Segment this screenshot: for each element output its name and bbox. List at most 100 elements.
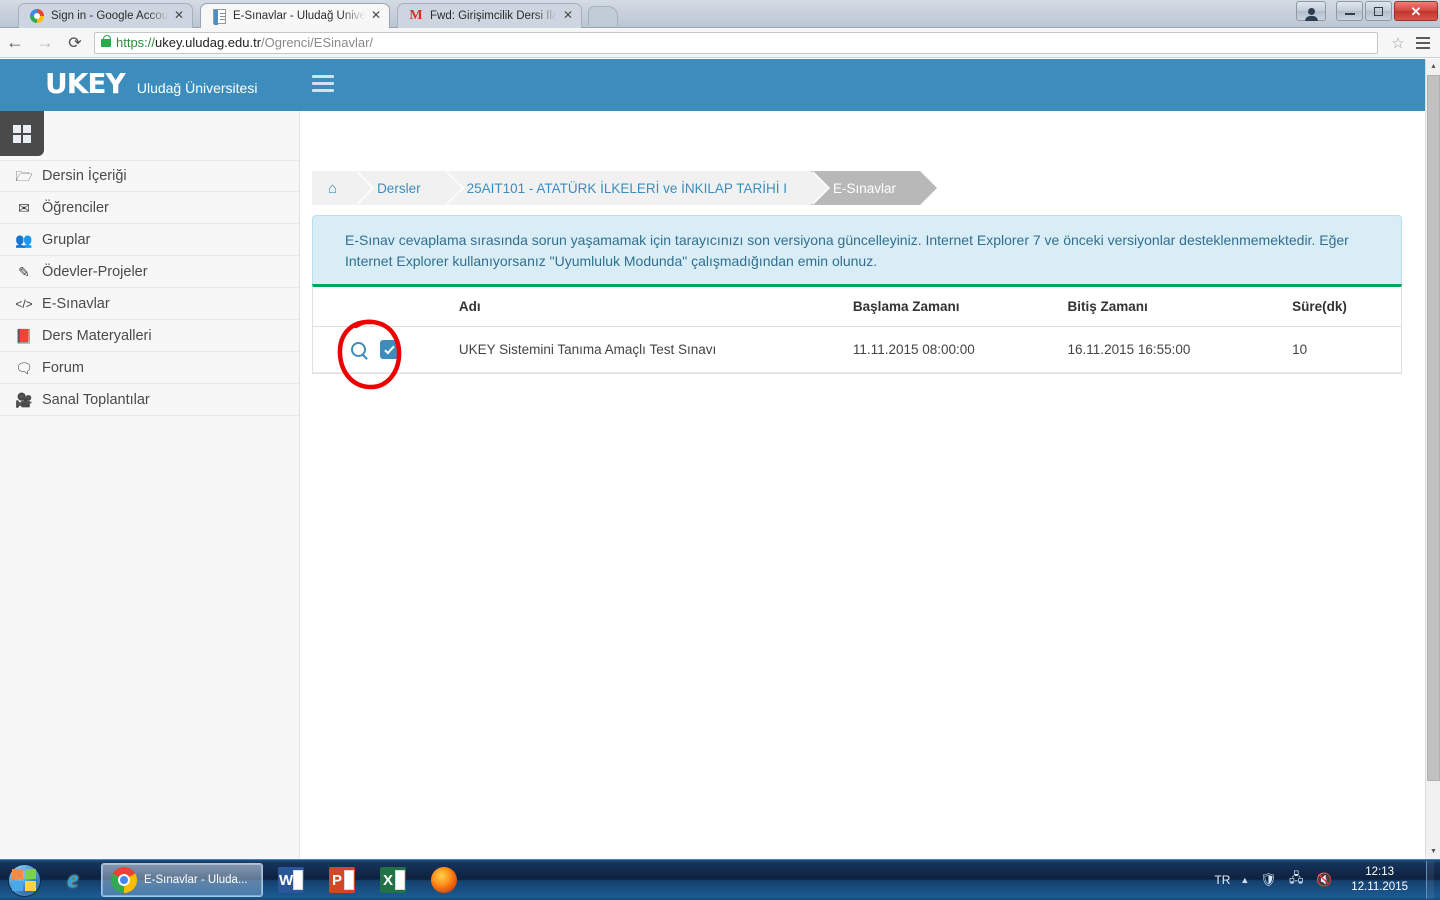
lock-icon [101, 34, 111, 47]
sidebar-menu: 🗁 Dersin İçeriği ✉ Öğrenciler 👥 Gruplar … [0, 160, 299, 416]
url-scheme: https:// [116, 35, 156, 50]
tray-date: 12.11.2015 [1351, 881, 1408, 893]
folder-open-icon: 🗁 [15, 168, 33, 184]
browser-tab-1[interactable]: E-Sınavlar - Uludağ Üniver ✕ [200, 3, 390, 28]
sidebar-item-label: Dersin İçeriği [42, 168, 127, 184]
browser-tab-2[interactable]: M Fwd: Girişimcilik Dersi İlan ✕ [397, 3, 582, 28]
app-logo[interactable]: UKEY Uludağ Üniversitesi [45, 70, 257, 98]
browser-tab-0[interactable]: Sign in - Google Accounts ✕ [18, 3, 193, 28]
tab-close-button[interactable]: ✕ [172, 9, 186, 23]
browser-tab-title: E-Sınavlar - Uludağ Üniver [233, 10, 365, 22]
exam-duration-cell: 10 [1286, 326, 1401, 373]
user-icon[interactable] [1296, 1, 1326, 21]
sidebar-item-sanal-toplantilar[interactable]: 🎥 Sanal Toplantılar [0, 384, 299, 416]
column-header-duration: Süre(dk) [1286, 287, 1401, 327]
minimize-button[interactable] [1336, 1, 1363, 21]
reload-icon[interactable]: ⟳ [60, 29, 90, 57]
sidebar-item-label: Ödevler-Projeler [42, 263, 148, 280]
sidebar-grid-toggle[interactable] [0, 111, 44, 156]
row-checkbox[interactable] [380, 340, 399, 359]
taskbar-item-firefox[interactable] [421, 863, 467, 897]
action-center-icon[interactable]: 🛡 [1259, 871, 1277, 889]
volume-muted-icon[interactable]: 🔇 [1315, 871, 1333, 889]
magnifier-icon[interactable] [351, 342, 366, 357]
sidebar-item-dersin-icerigi[interactable]: 🗁 Dersin İçeriği [0, 160, 299, 192]
browser-toolbar: ← → ⟳ https:// ukey.uludag.edu.tr /Ogren… [0, 28, 1440, 58]
breadcrumb-item-course[interactable]: 25AIT101 - ATATÜRK İLKELERİ ve İNKILAP T… [444, 171, 831, 205]
sidebar-item-label: Forum [42, 359, 84, 376]
scroll-down-arrow-icon[interactable]: ▼ [1426, 844, 1440, 859]
back-icon[interactable]: ← [0, 29, 30, 57]
windows-taskbar: e E-Sınavlar - Uluda... W P X TR ▲ 🛡 🖧 🔇… [0, 859, 1440, 900]
breadcrumb-label: Dersler [377, 180, 421, 196]
alert-text: E-Sınav cevaplama sırasında sorun yaşama… [345, 232, 1349, 269]
column-header-select [313, 287, 453, 327]
taskbar-item-word[interactable]: W [268, 863, 314, 897]
page-viewport: UKEY Uludağ Üniversitesi 🗁 Dersin İçeriğ… [0, 59, 1440, 859]
taskbar-item-excel[interactable]: X [370, 863, 416, 897]
users-icon: 👥 [15, 231, 33, 248]
main-content: ⌂ Dersler 25AIT101 - ATATÜRK İLKELERİ ve… [300, 111, 1425, 859]
tray-time: 12:13 [1365, 866, 1395, 878]
restore-button[interactable] [1365, 1, 1392, 21]
breadcrumb-label: 25AIT101 - ATATÜRK İLKELERİ ve İNKILAP T… [466, 180, 787, 196]
browser-tab-title: Fwd: Girişimcilik Dersi İlan [430, 10, 557, 22]
sidebar-item-gruplar[interactable]: 👥 Gruplar [0, 224, 299, 256]
excel-icon: X [379, 867, 406, 893]
page-scrollbar[interactable]: ▲ ▼ [1425, 59, 1440, 859]
bookmark-star-icon[interactable]: ☆ [1386, 34, 1410, 52]
table-row[interactable]: UKEY Sistemini Tanıma Amaçlı Test Sınavı… [313, 326, 1401, 373]
windows-start-orb[interactable] [3, 862, 45, 898]
scrollbar-thumb[interactable] [1427, 75, 1440, 781]
tray-clock[interactable]: 12:13 12.11.2015 [1343, 865, 1416, 895]
exam-start-cell: 11.11.2015 08:00:00 [846, 326, 1062, 373]
url-host: ukey.uludag.edu.tr [155, 35, 262, 50]
chrome-menu-icon[interactable] [1410, 29, 1436, 57]
network-icon[interactable]: 🖧 [1287, 870, 1305, 889]
exam-name-cell: UKEY Sistemini Tanıma Amaçlı Test Sınavı [452, 326, 847, 373]
sidebar-item-label: Sanal Toplantılar [42, 391, 150, 408]
tab-close-button[interactable]: ✕ [369, 9, 383, 23]
sidebar-item-e-sinavlar[interactable]: </> E-Sınavlar [0, 288, 299, 320]
new-tab-button[interactable] [588, 6, 618, 26]
powerpoint-icon: P [328, 867, 355, 893]
scroll-up-arrow-icon[interactable]: ▲ [1426, 59, 1440, 74]
sidebar-toggle-icon[interactable] [312, 75, 334, 92]
taskbar-item-internet-explorer[interactable]: e [50, 863, 96, 897]
breadcrumb-label: E-Sınavlar [832, 180, 896, 196]
tab-close-button[interactable]: ✕ [561, 9, 575, 23]
column-header-name: Adı [452, 287, 847, 327]
app-logo-subtitle: Uludağ Üniversitesi [136, 80, 258, 96]
home-icon: ⌂ [328, 179, 338, 197]
browser-tab-title: Sign in - Google Accounts [51, 10, 168, 22]
exam-table-container: Adı Başlama Zamanı Bitiş Zamanı Süre(dk) [312, 284, 1402, 374]
sidebar-item-label: Gruplar [42, 231, 91, 248]
column-header-end: Bitiş Zamanı [1061, 287, 1287, 327]
tray-expand-icon[interactable]: ▲ [1240, 875, 1249, 885]
sidebar-item-ogrenciler[interactable]: ✉ Öğrenciler [0, 192, 299, 224]
sidebar-item-forum[interactable]: 🗨 Forum [0, 352, 299, 384]
forward-icon[interactable]: → [30, 29, 60, 57]
show-desktop-button[interactable] [1426, 861, 1434, 899]
table-body: UKEY Sistemini Tanıma Amaçlı Test Sınavı… [313, 326, 1401, 373]
table-head: Adı Başlama Zamanı Bitiş Zamanı Süre(dk) [313, 287, 1401, 327]
sidebar-item-ders-materyalleri[interactable]: 📕 Ders Materyalleri [0, 320, 299, 352]
close-button[interactable]: ✕ [1394, 1, 1438, 21]
sidebar-item-odevler-projeler[interactable]: ✎ Ödevler-Projeler [0, 256, 299, 288]
taskbar-item-chrome[interactable]: E-Sınavlar - Uluda... [101, 863, 263, 897]
tray-language-indicator[interactable]: TR [1214, 873, 1230, 887]
word-icon: W [277, 867, 304, 893]
book-icon: 📕 [15, 327, 33, 344]
firefox-icon [430, 867, 457, 893]
video-camera-icon: 🎥 [15, 391, 33, 408]
window-controls: ✕ [1296, 1, 1438, 21]
address-bar[interactable]: https:// ukey.uludag.edu.tr /Ogrenci/ESi… [94, 31, 1378, 54]
browser-tab-strip: Sign in - Google Accounts ✕ E-Sınavlar -… [0, 0, 1440, 28]
app-logo-text: UKEY [45, 67, 126, 100]
taskbar-item-powerpoint[interactable]: P [319, 863, 365, 897]
breadcrumb-home[interactable]: ⌂ [312, 171, 375, 205]
comment-icon: 🗨 [15, 359, 33, 376]
internet-explorer-icon: e [67, 866, 79, 893]
url-path: /Ogrenci/ESinavlar/ [261, 35, 374, 50]
edit-icon: ✎ [18, 263, 30, 280]
